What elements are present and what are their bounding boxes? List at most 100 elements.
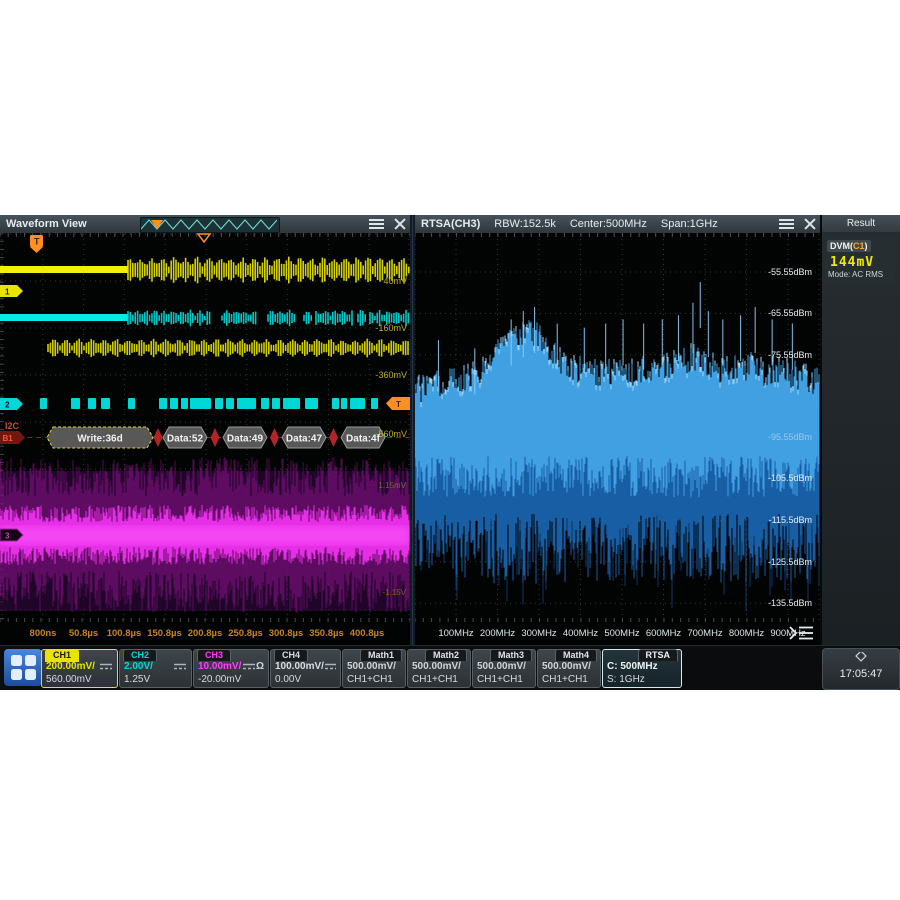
digital-pulse: [190, 398, 211, 409]
status-bar: CH1200.00mV/560.00mVCH22.00V/1.25VCH310.…: [0, 645, 900, 690]
channel-box-ch4-offset: 0.00V: [275, 674, 301, 685]
channel-box-ch1-offset: 560.00mV: [46, 674, 92, 685]
dbm-axis-label: -105.5dBm: [768, 473, 812, 483]
dbm-axis-label: -135.5dBm: [768, 598, 812, 608]
channel-box-ch2-tab: CH2: [123, 649, 157, 661]
time-axis-label: 800ns: [30, 628, 57, 639]
freq-axis-label: 300MHz: [521, 628, 557, 639]
time-axis-label: 100.8µs: [107, 628, 142, 639]
oscilloscope-screen: Waveform View RTSA(CH3) RBW:152.5k Cente…: [0, 215, 900, 689]
rtsa-titlebar: RTSA(CH3) RBW:152.5k Center:500MHz Span:…: [415, 215, 820, 233]
io-status-icon: [855, 652, 867, 662]
grid-menu-icon: [11, 655, 36, 680]
time-axis-label: 50.8µs: [69, 628, 98, 639]
channel-box-ch1-scale: 200.00mV/: [46, 661, 113, 672]
ch1-scale-label: -560mV: [375, 429, 407, 439]
math-box-1[interactable]: Math1500.00mV/CH1+CH1: [342, 649, 406, 688]
channel-box-ch1[interactable]: CH1200.00mV/560.00mV: [41, 649, 118, 688]
clock-box[interactable]: 17:05:47: [822, 648, 900, 690]
channel-box-ch4[interactable]: CH4100.00mV/0.00V: [270, 649, 341, 688]
ch1-scale-label: 40mV: [383, 276, 407, 286]
digital-pulse: [170, 398, 178, 409]
digital-pulse: [88, 398, 96, 409]
rtsa-close-icon[interactable]: [804, 218, 816, 230]
math-box-2[interactable]: Math2500.00mV/CH1+CH1: [407, 649, 471, 688]
freq-axis-label: 800MHz: [729, 628, 765, 639]
dbm-axis-label: -65.55dBm: [768, 308, 812, 318]
dbm-axis-label: -55.55dBm: [768, 267, 812, 277]
svg-text:Data:52: Data:52: [167, 434, 204, 445]
waveform-preview-zigzag: [141, 218, 277, 230]
digital-pulse: [128, 398, 135, 409]
math-box-4[interactable]: Math4500.00mV/CH1+CH1: [537, 649, 601, 688]
main-menu-button[interactable]: [4, 649, 42, 686]
digital-pulse: [261, 398, 269, 409]
rtsa-center: Center:500MHz: [570, 218, 647, 230]
freq-axis-label: 600MHz: [646, 628, 682, 639]
channel-box-ch2-scale: 2.00V/: [124, 661, 187, 672]
ch2-trace-solid: [0, 314, 128, 321]
rtsa-box-offset: S: 1GHz: [607, 674, 645, 685]
channel-box-ch4-tab: CH4: [274, 649, 308, 661]
result-header: Result: [822, 215, 900, 232]
math-box-2-offset: CH1+CH1: [412, 674, 458, 685]
wave-close-icon[interactable]: [394, 218, 406, 230]
channel-box-ch3-tab: CH3: [197, 649, 231, 661]
digital-pulse: [71, 398, 80, 409]
faint-scale-label: -1.15V: [382, 588, 406, 597]
dc-coupling-icon: [99, 662, 113, 671]
digital-pulse: [371, 398, 378, 409]
decode-packet: Data:52: [163, 427, 207, 448]
digital-pulse: [215, 398, 223, 409]
dvm-source-chip: DVM(C1): [827, 240, 871, 252]
freq-axis-label: 700MHz: [687, 628, 723, 639]
i2c-protocol-label: I2C: [5, 421, 20, 431]
zoom-navigation-strip[interactable]: [140, 217, 280, 233]
channel-box-ch4-scale: 100.00mV/: [275, 661, 336, 672]
digital-pulse: [101, 398, 110, 409]
decode-packet: Data:49: [223, 427, 267, 448]
channel-box-ch3[interactable]: CH310.00mV/Ω-20.00mV: [193, 649, 269, 688]
dvm-result-card[interactable]: DVM(C1) 144mV Mode: AC RMS: [825, 236, 895, 284]
decode-packet: Data:47: [282, 427, 326, 448]
math-box-2-tab: Math2: [425, 649, 467, 661]
math-box-3-offset: CH1+CH1: [477, 674, 523, 685]
digital-pulse: [272, 398, 280, 409]
digital-pulse: [350, 398, 365, 409]
freq-axis-label: 200MHz: [480, 628, 516, 639]
math-box-4-scale: 500.00mV/: [542, 661, 596, 672]
math-box-3[interactable]: Math3500.00mV/CH1+CH1: [472, 649, 536, 688]
time-axis-label: 300.8µs: [269, 628, 304, 639]
digital-pulse: [40, 398, 47, 409]
ch1-scale-label: -360mV: [375, 370, 407, 380]
digital-pulse: [226, 398, 234, 409]
svg-text:B1: B1: [3, 434, 14, 443]
math-box-3-tab: Math3: [490, 649, 532, 661]
channel-box-ch2-offset: 1.25V: [124, 674, 150, 685]
rtsa-box-scale: C: 500MHz: [607, 661, 677, 672]
svg-text:2: 2: [5, 401, 10, 410]
dvm-mode: Mode: AC RMS: [828, 270, 895, 279]
dbm-axis-label: -115.5dBm: [769, 515, 812, 525]
math-box-4-tab: Math4: [555, 649, 597, 661]
svg-text:Data:49: Data:49: [227, 434, 264, 445]
waveform-plot-area[interactable]: TI2CB1Write:36dData:52Data:49Data:47Data…: [0, 233, 410, 645]
digital-pulse: [159, 398, 167, 409]
wave-menu-icon[interactable]: [369, 219, 384, 229]
math-box-1-scale: 500.00mV/: [347, 661, 401, 672]
spectrum-plot-area[interactable]: -55.55dBm-65.55dBm-75.55dBm-95.55dBm-105…: [415, 233, 820, 645]
math-box-1-offset: CH1+CH1: [347, 674, 393, 685]
rtsa-rbw: RBW:152.5k: [494, 218, 556, 230]
channel-box-ch2[interactable]: CH22.00V/1.25V: [119, 649, 192, 688]
time-axis-label: 250.8µs: [228, 628, 263, 639]
svg-text:T: T: [396, 400, 401, 409]
svg-text:3: 3: [5, 532, 10, 541]
decode-packet: Write:36d: [47, 427, 153, 448]
rtsa-box[interactable]: RTSAC: 500MHzS: 1GHz: [602, 649, 682, 688]
svg-text:Data:47: Data:47: [286, 434, 323, 445]
clock-time: 17:05:47: [823, 668, 899, 680]
time-axis-label: 150.8µs: [147, 628, 182, 639]
rtsa-menu-icon[interactable]: [779, 219, 794, 229]
svg-text:1: 1: [5, 288, 10, 297]
math-box-1-tab: Math1: [360, 649, 402, 661]
